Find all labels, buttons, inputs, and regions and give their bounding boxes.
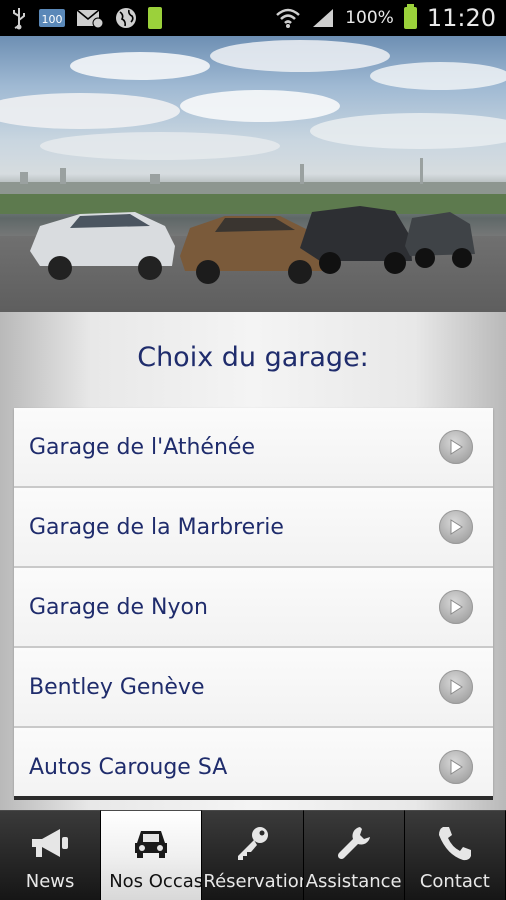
tab-contact[interactable]: Contact: [404, 810, 506, 900]
battery-percent: 100%: [345, 8, 394, 28]
clock: 11:20: [426, 4, 496, 32]
tab-assistance[interactable]: Assistance: [303, 810, 405, 900]
sim-100-icon: 100: [38, 7, 66, 29]
tab-nos-occasions[interactable]: Nos Occasions: [101, 810, 203, 900]
phone-icon: [435, 823, 475, 863]
page-title: Choix du garage:: [137, 342, 369, 373]
status-bar: 100 100% 11:20: [0, 0, 506, 36]
wrench-icon: [334, 823, 374, 863]
garage-list: Garage de l'Athénée Garage de la Marbrer…: [14, 408, 493, 796]
tab-label: Réservations: [203, 871, 302, 892]
arrow-right-icon[interactable]: [439, 750, 473, 784]
arrow-right-icon[interactable]: [439, 670, 473, 704]
tab-label: Contact: [419, 871, 490, 892]
list-item[interactable]: Garage de l'Athénée: [14, 408, 493, 488]
arrow-right-icon[interactable]: [439, 430, 473, 464]
tab-bar: News Nos Occasions Réservations Assistan…: [0, 810, 506, 900]
battery-icon: [403, 4, 417, 29]
garage-label: Autos Carouge SA: [29, 754, 228, 780]
tab-label: News: [25, 871, 75, 892]
garage-selection-panel: Choix du garage: Garage de l'Athénée Gar…: [0, 312, 506, 810]
megaphone-icon: [28, 823, 72, 863]
mail-icon: [76, 7, 104, 29]
wifi-icon: [275, 7, 301, 29]
tab-label: Nos Occasions: [109, 871, 203, 892]
svg-text:100: 100: [42, 13, 63, 26]
usb-icon: [10, 6, 28, 30]
garage-label: Garage de l'Athénée: [29, 434, 255, 460]
battery-small-icon: [148, 7, 162, 29]
hero-image: [0, 36, 506, 312]
garage-label: Garage de Nyon: [29, 594, 208, 620]
list-item[interactable]: Bentley Genève: [14, 648, 493, 728]
tab-reservations[interactable]: Réservations: [202, 810, 304, 900]
list-item[interactable]: Autos Carouge SA: [14, 728, 493, 796]
tab-news[interactable]: News: [0, 810, 102, 900]
garage-label: Bentley Genève: [29, 674, 205, 700]
arrow-right-icon[interactable]: [439, 510, 473, 544]
globe-icon: [114, 6, 138, 30]
key-icon: [232, 823, 272, 863]
signal-icon: [311, 7, 335, 29]
car-icon: [131, 823, 171, 863]
list-item[interactable]: Garage de la Marbrerie: [14, 488, 493, 568]
list-scroll-edge: [14, 796, 493, 800]
list-item[interactable]: Garage de Nyon: [14, 568, 493, 648]
arrow-right-icon[interactable]: [439, 590, 473, 624]
tab-label: Assistance: [305, 871, 402, 892]
garage-label: Garage de la Marbrerie: [29, 514, 284, 540]
